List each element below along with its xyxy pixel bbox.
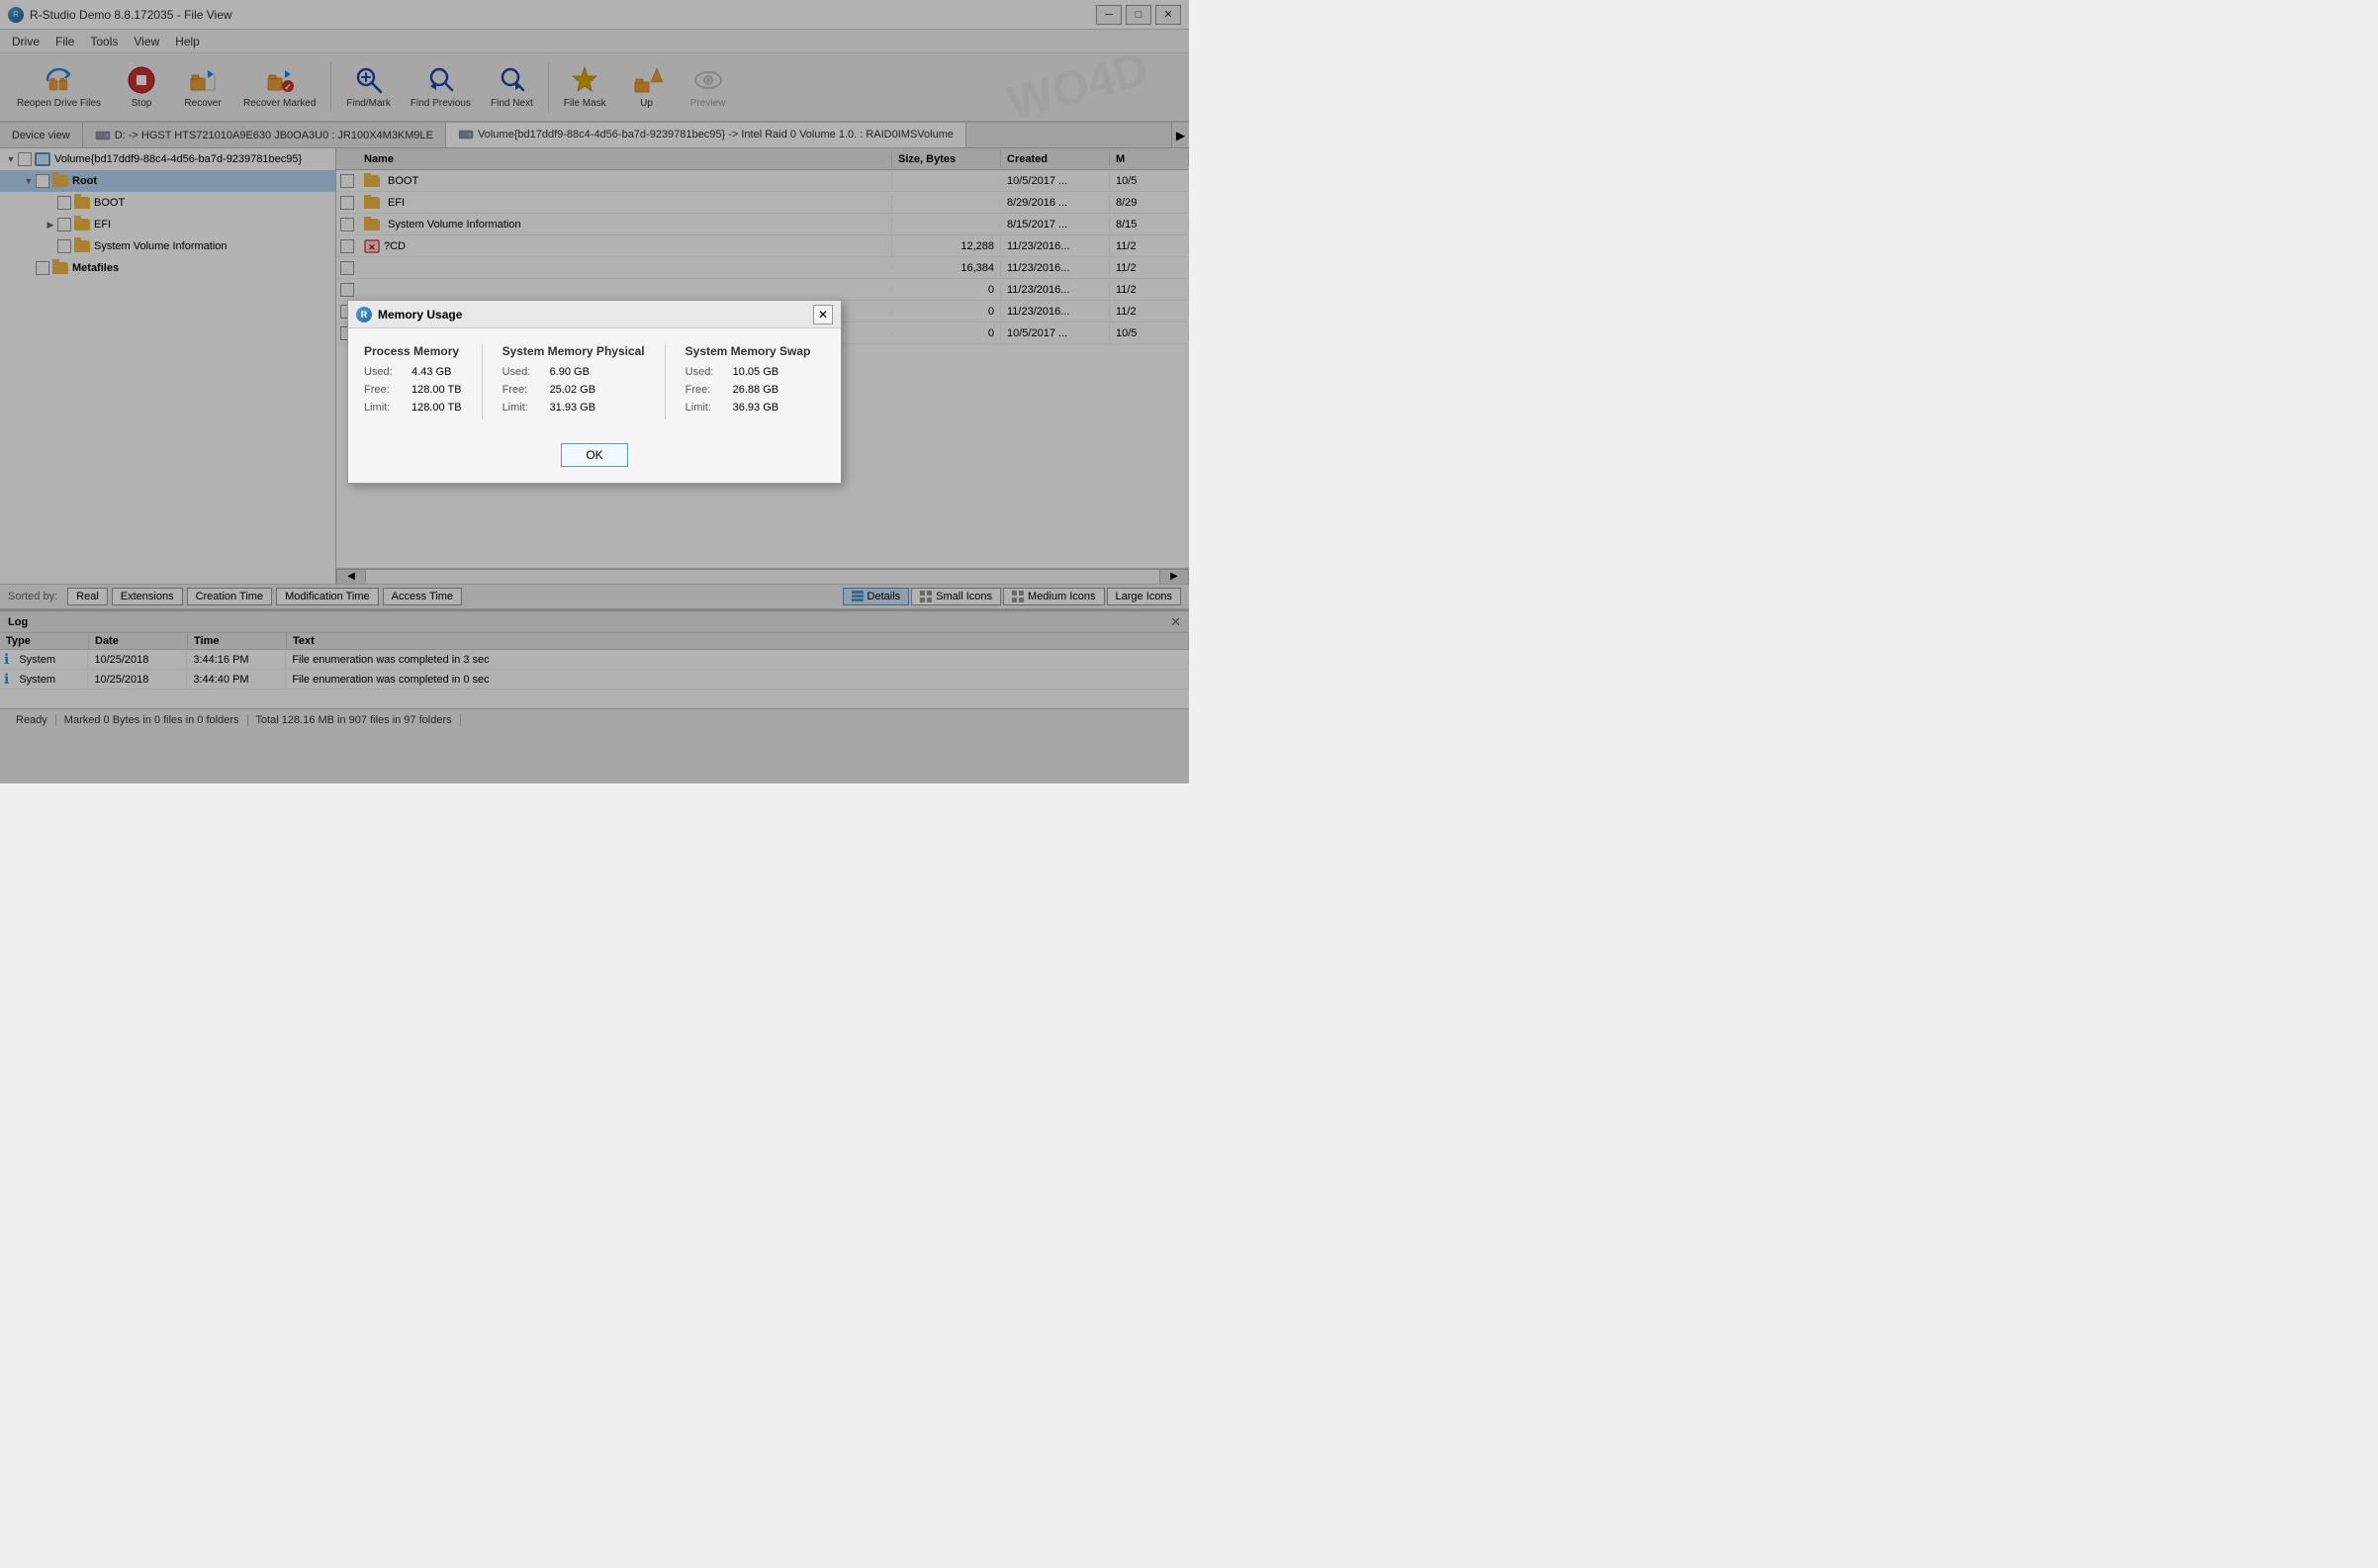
modal-swap-used-row: Used: 10.05 GB (686, 366, 811, 378)
modal-physical-limit-key: Limit: (503, 402, 542, 414)
modal-physical-free-row: Free: 25.02 GB (503, 384, 645, 396)
modal-section-swap-title: System Memory Swap (686, 344, 811, 358)
modal-close-button[interactable]: ✕ (813, 305, 833, 324)
modal-process-limit-key: Limit: (364, 402, 404, 414)
modal-swap-used-key: Used: (686, 366, 725, 378)
modal-ok-button[interactable]: OK (561, 443, 627, 467)
modal-footer: OK (348, 435, 841, 483)
modal-physical-free-key: Free: (503, 384, 542, 396)
modal-section-process-title: Process Memory (364, 344, 462, 358)
modal-overlay: R Memory Usage ✕ Process Memory Used: 4.… (0, 0, 1189, 784)
modal-process-free-row: Free: 128.00 TB (364, 384, 462, 396)
modal-swap-limit-val: 36.93 GB (733, 402, 778, 414)
modal-process-used-row: Used: 4.43 GB (364, 366, 462, 378)
modal-process-free-key: Free: (364, 384, 404, 396)
modal-title: Memory Usage (378, 308, 462, 322)
modal-swap-limit-row: Limit: 36.93 GB (686, 402, 811, 414)
modal-swap-free-row: Free: 26.88 GB (686, 384, 811, 396)
modal-process-free-val: 128.00 TB (412, 384, 462, 396)
modal-physical-used-val: 6.90 GB (550, 366, 590, 378)
modal-logo: R (356, 307, 372, 323)
modal-swap-free-key: Free: (686, 384, 725, 396)
modal-section-physical: System Memory Physical Used: 6.90 GB Fre… (503, 344, 645, 419)
modal-swap-limit-key: Limit: (686, 402, 725, 414)
modal-physical-limit-row: Limit: 31.93 GB (503, 402, 645, 414)
modal-body: Process Memory Used: 4.43 GB Free: 128.0… (348, 328, 841, 435)
modal-process-limit-row: Limit: 128.00 TB (364, 402, 462, 414)
modal-sep-1 (482, 344, 483, 419)
modal-section-swap: System Memory Swap Used: 10.05 GB Free: … (686, 344, 811, 419)
modal-process-limit-val: 128.00 TB (412, 402, 462, 414)
modal-sep-2 (665, 344, 666, 419)
modal-physical-limit-val: 31.93 GB (550, 402, 595, 414)
modal-titlebar: R Memory Usage ✕ (348, 301, 841, 328)
modal-sections: Process Memory Used: 4.43 GB Free: 128.0… (364, 344, 825, 419)
modal-physical-used-row: Used: 6.90 GB (503, 366, 645, 378)
modal-section-physical-title: System Memory Physical (503, 344, 645, 358)
memory-usage-dialog: R Memory Usage ✕ Process Memory Used: 4.… (347, 300, 842, 484)
modal-swap-free-val: 26.88 GB (733, 384, 778, 396)
modal-physical-used-key: Used: (503, 366, 542, 378)
modal-physical-free-val: 25.02 GB (550, 384, 595, 396)
modal-section-process: Process Memory Used: 4.43 GB Free: 128.0… (364, 344, 462, 419)
modal-process-used-key: Used: (364, 366, 404, 378)
modal-process-used-val: 4.43 GB (412, 366, 451, 378)
modal-swap-used-val: 10.05 GB (733, 366, 778, 378)
